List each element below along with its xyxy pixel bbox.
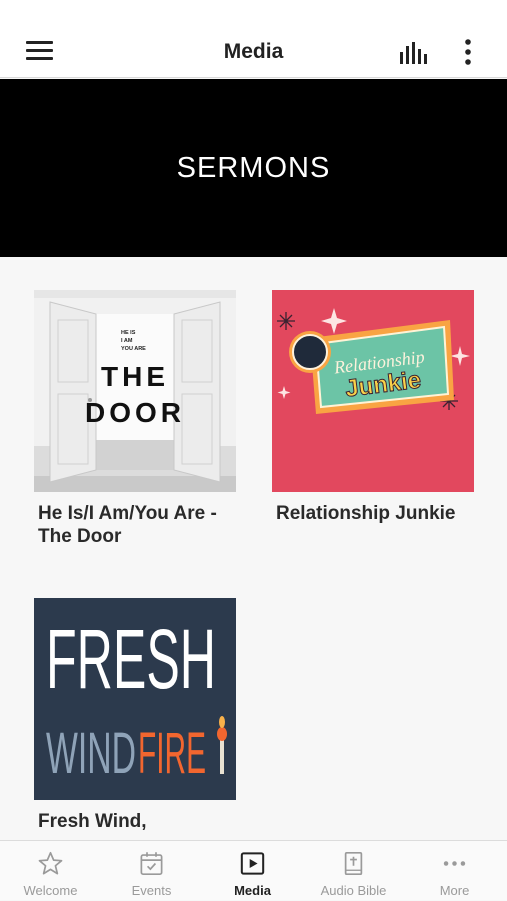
play-icon [240, 852, 265, 875]
tab-audio-bible[interactable]: Audio Bible [303, 841, 404, 901]
tab-media[interactable]: Media [202, 841, 303, 901]
the-door-artwork: HE IS I AM YOU ARE THE DOOR [34, 290, 236, 492]
tab-label-welcome: Welcome [23, 883, 78, 898]
sermons-banner: SERMONS [0, 79, 507, 257]
fwf-art-fresh: FRESH [46, 612, 216, 706]
bottom-tab-bar: Welcome Events Media Audio Bible More [0, 840, 507, 900]
tab-more[interactable]: More [404, 841, 505, 901]
tab-label-audio-bible: Audio Bible [320, 883, 387, 898]
bible-icon [344, 851, 363, 876]
overflow-menu-icon[interactable] [458, 38, 478, 68]
media-card-title: Relationship Junkie [276, 503, 456, 524]
fwf-art-wind: WIND [46, 721, 136, 786]
door-art-small-line-1: HE IS [121, 330, 136, 336]
tab-events[interactable]: Events [101, 841, 202, 901]
media-card-title: He Is/I Am/You Are - The Door [38, 503, 217, 547]
door-art-small-line-3: YOU ARE [121, 346, 146, 352]
media-card-title: Fresh Wind, [38, 811, 147, 832]
audio-levels-icon[interactable] [397, 40, 431, 66]
relationship-junkie-artwork: Relationship Junkie [272, 290, 474, 492]
fresh-wind-fire-artwork: FRESH WIND FIRE [34, 598, 236, 800]
door-art-door: DOOR [85, 397, 185, 428]
tab-label-media: Media [234, 883, 271, 898]
banner-title: SERMONS [176, 151, 331, 184]
door-art-small-line-2: I AM [121, 338, 133, 344]
calendar-icon [140, 852, 163, 876]
tab-label-events: Events [131, 883, 172, 898]
top-bar: Media [0, 0, 507, 78]
door-art-the: THE [101, 361, 169, 392]
fwf-art-fire: FIRE [138, 721, 206, 786]
star-icon [38, 851, 63, 875]
more-dots-icon [443, 861, 466, 866]
tab-label-more: More [439, 883, 470, 898]
tab-welcome[interactable]: Welcome [0, 841, 101, 901]
